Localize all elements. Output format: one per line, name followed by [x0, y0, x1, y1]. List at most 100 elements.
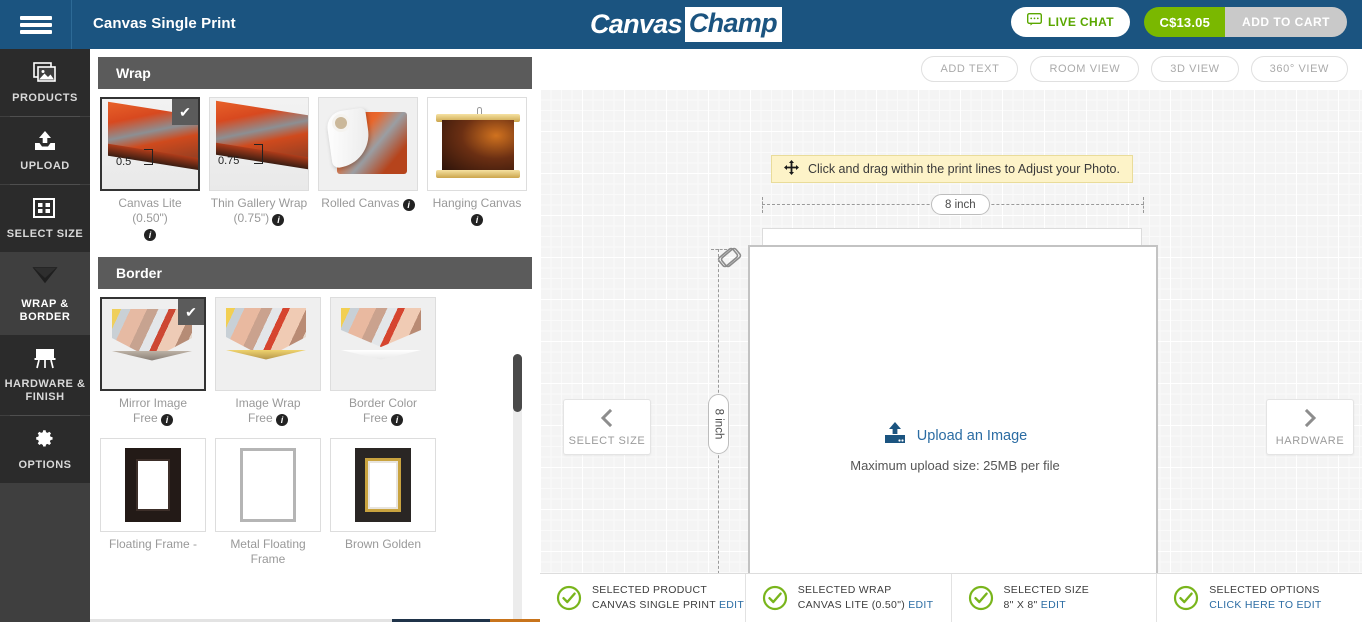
move-arrows-icon — [784, 160, 799, 178]
price-cart-group[interactable]: C$13.05 ADD TO CART — [1144, 7, 1347, 37]
width-dimension-line: 8 inch — [762, 194, 1144, 215]
add-text-button[interactable]: ADD TEXT — [921, 56, 1019, 82]
info-icon[interactable]: i — [391, 414, 404, 426]
easel-icon — [32, 346, 58, 372]
info-icon[interactable]: i — [144, 229, 156, 241]
wrap-option-thin-gallery-wrap[interactable]: 0.75 Thin Gallery Wrap (0.75") i — [209, 97, 309, 241]
status-text: SELECTED PRODUCT CANVAS SINGLE PRINT EDI… — [592, 583, 744, 613]
check-circle-icon — [762, 585, 788, 611]
sidebar-item-products[interactable]: PRODUCTS — [0, 49, 90, 116]
status-edit-link[interactable]: EDIT — [719, 599, 744, 611]
prev-step-button[interactable]: SELECT SIZE — [563, 399, 651, 455]
status-selected-wrap[interactable]: SELECTED WRAP CANVAS LITE (0.50") EDIT — [746, 574, 952, 622]
360-view-button[interactable]: 360° VIEW — [1250, 56, 1348, 82]
border-option-floating-frame[interactable]: Floating Frame - — [100, 438, 206, 567]
border-option-name: Image Wrap — [235, 396, 301, 410]
upload-dropzone[interactable]: Upload an Image Maximum upload size: 25M… — [750, 247, 1160, 622]
border-option-thumbnail[interactable] — [215, 438, 321, 532]
check-circle-icon — [556, 585, 582, 611]
status-edit-link[interactable]: EDIT — [1041, 599, 1066, 611]
border-option-thumbnail[interactable]: ✔ — [100, 297, 206, 391]
status-selected-options[interactable]: SELECTED OPTIONS CLICK HERE TO EDIT — [1157, 574, 1362, 622]
info-icon[interactable]: i — [402, 199, 415, 211]
status-edit-link[interactable]: EDIT — [908, 599, 933, 611]
wrap-option-label: Hanging Canvas i — [427, 196, 527, 226]
status-selected-size[interactable]: SELECTED SIZE 8" X 8" EDIT — [952, 574, 1158, 622]
border-option-image-wrap[interactable]: Image Wrap Free i — [215, 297, 321, 426]
border-option-price: Free — [247, 411, 273, 425]
sidebar-item-options[interactable]: OPTIONS — [0, 416, 90, 483]
image-wrap-art — [216, 298, 320, 390]
next-step-button[interactable]: HARDWARE — [1266, 399, 1354, 455]
prev-step-label: SELECT SIZE — [568, 434, 646, 447]
panel-scrollbar[interactable] — [513, 354, 522, 622]
border-option-mirror-image[interactable]: ✔ Mirror Image Free i — [100, 297, 206, 426]
chevron-left-icon — [597, 408, 617, 433]
border-option-thumbnail[interactable] — [330, 438, 436, 532]
wrap-option-rolled-canvas[interactable]: Rolled Canvas i — [318, 97, 418, 241]
wrap-option-label: Canvas Lite (0.50") i — [100, 196, 200, 241]
status-selected-product[interactable]: SELECTED PRODUCT CANVAS SINGLE PRINT EDI… — [540, 574, 746, 622]
sidebar-item-wrap-border[interactable]: WRAP & BORDER — [0, 252, 90, 335]
status-title: SELECTED OPTIONS — [1209, 584, 1320, 596]
status-text: SELECTED WRAP CANVAS LITE (0.50") EDIT — [798, 583, 934, 613]
wrap-section-title: Wrap — [116, 65, 151, 81]
rotate-icon[interactable] — [716, 244, 742, 270]
status-edit-link[interactable]: CLICK HERE TO EDIT — [1209, 599, 1321, 611]
next-step-label: HARDWARE — [1275, 434, 1345, 447]
border-option-brown-golden[interactable]: Brown Golden — [330, 438, 436, 567]
border-option-thumbnail[interactable] — [100, 438, 206, 532]
sidebar-item-label: UPLOAD — [20, 160, 70, 172]
hamburger-menu-icon[interactable] — [0, 0, 72, 49]
left-nav-rail: PRODUCTS UPLOAD SELECT SIZE WRAP & BORDE… — [0, 49, 90, 622]
border-option-label: Border Color Free i — [330, 396, 436, 426]
status-bar: SELECTED PRODUCT CANVAS SINGLE PRINT EDI… — [540, 573, 1362, 622]
border-option-name: Metal Floating Frame — [230, 537, 306, 566]
status-value: CANVAS LITE (0.50") — [797, 599, 906, 611]
add-to-cart-button[interactable]: ADD TO CART — [1225, 7, 1347, 37]
dimension-cap-left — [762, 197, 763, 213]
upload-row[interactable]: Upload an Image — [883, 422, 1027, 449]
border-option-metal-floating-frame[interactable]: Metal Floating Frame — [215, 438, 321, 567]
image-stack-icon — [32, 60, 58, 86]
wrap-option-thumbnail[interactable]: 0.75 — [209, 97, 309, 191]
border-option-price: Free — [132, 411, 158, 425]
border-option-label: Image Wrap Free i — [215, 396, 321, 426]
wrap-option-canvas-lite[interactable]: 0.5 ✔ Canvas Lite (0.50") i — [100, 97, 200, 241]
wrap-option-name: Canvas Lite (0.50") — [118, 196, 182, 225]
brown-golden-frame-art — [331, 439, 435, 531]
upload-tray-icon — [32, 128, 58, 154]
sidebar-item-select-size[interactable]: SELECT SIZE — [0, 185, 90, 252]
sidebar-item-label: SELECT SIZE — [6, 228, 84, 240]
border-section-header: Border — [98, 257, 532, 289]
room-view-button[interactable]: ROOM VIEW — [1030, 56, 1140, 82]
border-option-thumbnail[interactable] — [330, 297, 436, 391]
3d-view-button[interactable]: 3D VIEW — [1151, 56, 1239, 82]
dimension-cap-top — [711, 249, 727, 250]
info-icon[interactable]: i — [161, 414, 174, 426]
panel-scrollbar-thumb[interactable] — [513, 354, 522, 412]
border-option-border-color[interactable]: Border Color Free i — [330, 297, 436, 426]
chevron-right-icon — [1300, 408, 1320, 433]
border-option-thumbnail[interactable] — [215, 297, 321, 391]
sidebar-item-hardware-finish[interactable]: HARDWARE & FINISH — [0, 335, 90, 415]
info-icon[interactable]: i — [276, 414, 289, 426]
status-title: SELECTED SIZE — [1003, 584, 1090, 596]
brand-logo[interactable]: Canvas Champ — [590, 6, 782, 42]
stage-grid-background: Click and drag within the print lines to… — [540, 89, 1362, 622]
info-icon[interactable]: i — [272, 214, 285, 226]
wrap-option-hanging-canvas[interactable]: Hanging Canvas i — [427, 97, 527, 241]
brand-champ-text: Champ — [684, 6, 782, 42]
wrap-option-thumbnail[interactable] — [318, 97, 418, 191]
status-value: 8" X 8" — [1003, 599, 1038, 611]
upload-an-image-link[interactable]: Upload an Image — [917, 428, 1027, 444]
sidebar-item-upload[interactable]: UPLOAD — [0, 117, 90, 184]
wrap-option-thumbnail[interactable] — [427, 97, 527, 191]
canvas-print-area[interactable]: Upload an Image Maximum upload size: 25M… — [748, 245, 1158, 622]
upload-icon — [883, 422, 907, 449]
live-chat-button[interactable]: LIVE CHAT — [1010, 7, 1130, 37]
wrap-option-thumbnail[interactable]: 0.5 ✔ — [100, 97, 200, 191]
status-text: SELECTED OPTIONS CLICK HERE TO EDIT — [1209, 583, 1321, 613]
page-title: Canvas Single Print — [93, 15, 236, 32]
info-icon[interactable]: i — [471, 214, 483, 226]
